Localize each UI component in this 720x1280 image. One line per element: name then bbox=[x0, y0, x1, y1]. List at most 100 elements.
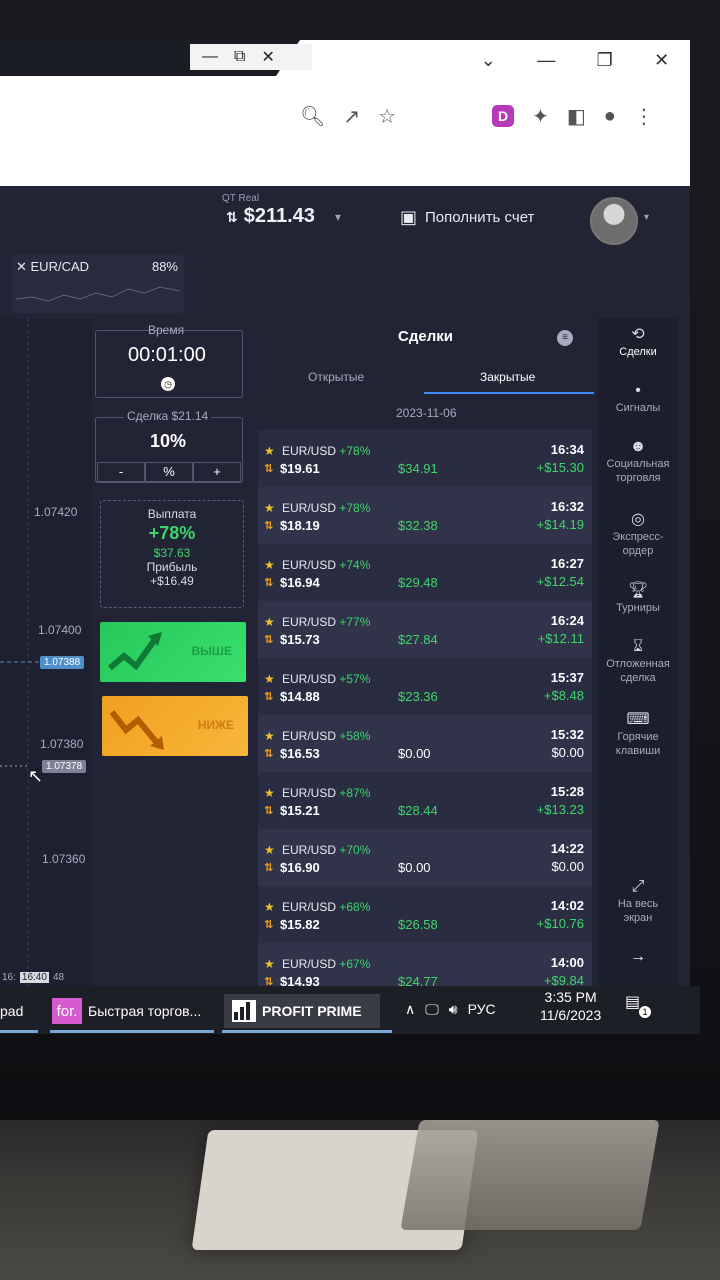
percent-toggle-button[interactable]: % bbox=[145, 462, 193, 482]
zoom-icon[interactable]: 🔍︎ bbox=[300, 104, 325, 129]
taskbar-item-profit-prime[interactable]: PROFIT PRIME bbox=[224, 994, 380, 1028]
deal-pair-percent: +70% bbox=[339, 843, 371, 857]
star-icon[interactable]: ★ bbox=[264, 672, 275, 686]
menu-kebab-icon[interactable]: ⋮ bbox=[634, 104, 654, 129]
avatar[interactable] bbox=[590, 197, 638, 245]
chevron-down-icon[interactable]: ▾ bbox=[644, 212, 649, 223]
sidebar-item-hotkeys[interactable]: ⌨︎ Горячие клавиши bbox=[598, 712, 678, 758]
time-axis-label: 16:40 bbox=[19, 972, 49, 983]
notification-badge: 1 bbox=[639, 1006, 651, 1018]
deal-pair-percent: +78% bbox=[339, 444, 371, 458]
taskbar-item-label: pad bbox=[0, 1003, 24, 1019]
deal-row[interactable]: ★ EUR/USD +70% ⇅ $16.90 $0.00 14:22 $0.00 bbox=[258, 829, 592, 886]
star-icon[interactable]: ★ bbox=[264, 558, 275, 572]
deal-row[interactable]: ★ EUR/USD +67% ⇅ $14.93 $24.77 14:00 +$9.84 bbox=[258, 943, 592, 986]
price-axis-label: 1.07360 bbox=[42, 852, 86, 866]
buy-up-button[interactable]: ВЫШЕ bbox=[100, 622, 246, 682]
asset-sparkline bbox=[15, 286, 181, 302]
profile-icon[interactable]: ● bbox=[604, 105, 616, 128]
bookmark-star-icon[interactable]: ☆ bbox=[378, 104, 396, 129]
tab-search-icon[interactable]: ⌄ bbox=[481, 50, 496, 71]
deal-pair-percent: +74% bbox=[339, 558, 371, 572]
deal-amount: $18.19 bbox=[280, 518, 320, 533]
deal-percent-value[interactable]: 10% bbox=[150, 431, 186, 452]
star-icon[interactable]: ★ bbox=[264, 729, 275, 743]
deal-pair-percent: +68% bbox=[339, 900, 371, 914]
clock-date: 11/6/2023 bbox=[540, 1007, 602, 1023]
star-icon[interactable]: ★ bbox=[264, 900, 275, 914]
share-icon[interactable]: ↗ bbox=[343, 104, 360, 129]
time-label: Время bbox=[148, 323, 185, 337]
sidebar-item-deals[interactable]: ⟲ Сделки bbox=[598, 327, 678, 359]
deal-amount: $15.21 bbox=[280, 803, 320, 818]
deal-row[interactable]: ★ EUR/USD +87% ⇅ $15.21 $28.44 15:28 +$13.23 bbox=[258, 772, 592, 829]
deal-row[interactable]: ★ EUR/USD +58% ⇅ $16.53 $0.00 15:32 $0.00 bbox=[258, 715, 592, 772]
close-icon[interactable]: ✕ bbox=[654, 50, 669, 71]
restore-icon[interactable]: ❐ bbox=[597, 50, 613, 71]
tab-closed-deals[interactable]: Закрытые bbox=[480, 370, 535, 384]
sidebar-item-label: сделка bbox=[620, 672, 656, 684]
notification-center-icon[interactable]: ▤ 1 bbox=[625, 992, 653, 1020]
language-indicator[interactable]: РУС bbox=[468, 1001, 496, 1017]
price-axis-label: 1.07380 bbox=[40, 737, 84, 751]
time-value[interactable]: 00:01:00 bbox=[128, 344, 206, 367]
taskbar-item-fast-trading[interactable]: for. Быстрая торгов... bbox=[52, 994, 201, 1028]
deal-pair: EUR/USD +70% bbox=[282, 843, 370, 857]
tab-open-deals[interactable]: Открытые bbox=[308, 370, 364, 384]
deal-payout: $28.44 bbox=[398, 803, 438, 818]
direction-arrow-icon: ⇅ bbox=[264, 691, 274, 703]
volume-icon[interactable]: 🔊︎ bbox=[449, 1001, 458, 1018]
network-icon[interactable]: 🖵︎ bbox=[425, 1001, 439, 1018]
deal-row[interactable]: ★ EUR/USD +57% ⇅ $14.88 $23.36 15:37 +$8.48 bbox=[258, 658, 592, 715]
star-icon[interactable]: ★ bbox=[264, 615, 275, 629]
sidebar-item-fullscreen[interactable]: ⤢ На весь экран bbox=[598, 879, 678, 925]
direction-arrow-icon: ⇅ bbox=[264, 520, 274, 532]
browser-toolbar-icons: 🔍︎ ↗ ☆ D ✦ ◧ ● ⋮ bbox=[300, 100, 680, 132]
restore-icon[interactable]: ⧉ bbox=[234, 48, 245, 66]
deal-row[interactable]: ★ EUR/USD +68% ⇅ $15.82 $26.58 14:02 +$10.76 bbox=[258, 886, 592, 943]
star-icon[interactable]: ★ bbox=[264, 444, 275, 458]
minimize-icon[interactable]: — bbox=[202, 48, 218, 66]
deal-row[interactable]: ★ EUR/USD +78% ⇅ $19.61 $34.91 16:34 +$15.30 bbox=[258, 430, 592, 487]
minimize-icon[interactable]: — bbox=[537, 50, 555, 71]
sidebar-item-express-order[interactable]: ◎ Экспресс-ордер bbox=[598, 512, 678, 558]
deal-pair: EUR/USD +87% bbox=[282, 786, 370, 800]
deal-pair-name: EUR/USD bbox=[282, 900, 337, 914]
deal-row[interactable]: ★ EUR/USD +77% ⇅ $15.73 $27.84 16:24 +$12.11 bbox=[258, 601, 592, 658]
taskbar-clock[interactable]: 3:35 PM 11/6/2023 bbox=[540, 988, 601, 1024]
collapse-arrow-icon[interactable]: → bbox=[598, 949, 678, 965]
chevron-down-icon[interactable]: ▾ bbox=[335, 210, 341, 224]
profit-amount: +$16.49 bbox=[150, 574, 194, 588]
star-icon[interactable]: ★ bbox=[264, 957, 275, 971]
extensions-puzzle-icon[interactable]: ✦ bbox=[532, 104, 549, 129]
decrease-button[interactable]: - bbox=[97, 462, 145, 482]
chevron-up-icon[interactable]: ∧ bbox=[405, 1001, 415, 1018]
sidebar-item-tournaments[interactable]: 🏆︎ Турниры bbox=[598, 583, 678, 615]
increase-button[interactable]: + bbox=[193, 462, 241, 482]
close-icon[interactable]: ✕ bbox=[261, 47, 274, 67]
sell-down-button[interactable]: НИЖЕ bbox=[102, 696, 248, 756]
deposit-button[interactable]: ▣ Пополнить счет bbox=[400, 207, 534, 228]
star-icon[interactable]: ★ bbox=[264, 786, 275, 800]
side-panel-icon[interactable]: ◧ bbox=[567, 104, 586, 129]
clock-icon[interactable]: ◷ bbox=[161, 377, 175, 391]
deal-pair: EUR/USD +57% bbox=[282, 672, 370, 686]
extension-d-icon[interactable]: D bbox=[492, 105, 515, 127]
taskbar-item-pad[interactable]: pad bbox=[0, 994, 23, 1028]
balance-value[interactable]: ⇅ $211.43 bbox=[226, 205, 315, 228]
sidebar-item-signals[interactable]: • Сигналы bbox=[598, 383, 678, 415]
list-menu-icon[interactable]: ≡ bbox=[557, 330, 573, 346]
deal-profit: +$9.84 bbox=[543, 973, 584, 986]
deal-row[interactable]: ★ EUR/USD +78% ⇅ $18.19 $32.38 16:32 +$14.19 bbox=[258, 487, 592, 544]
deal-pair-percent: +78% bbox=[339, 501, 371, 515]
asset-tab[interactable]: ✕ EUR/CAD 88% bbox=[12, 255, 184, 313]
deal-pair-name: EUR/USD bbox=[282, 501, 337, 515]
deal-row[interactable]: ★ EUR/USD +74% ⇅ $16.94 $29.48 16:27 +$12.54 bbox=[258, 544, 592, 601]
sidebar-item-label: Отложенная bbox=[606, 658, 670, 670]
deal-time: 16:24 bbox=[550, 613, 584, 628]
deal-payout: $23.36 bbox=[398, 689, 438, 704]
star-icon[interactable]: ★ bbox=[264, 843, 275, 857]
sidebar-item-social-trading[interactable]: ☻ Социальная торговля bbox=[598, 439, 678, 485]
sidebar-item-pending-deal[interactable]: ⌛︎ Отложенная сделка bbox=[598, 639, 678, 685]
star-icon[interactable]: ★ bbox=[264, 501, 275, 515]
